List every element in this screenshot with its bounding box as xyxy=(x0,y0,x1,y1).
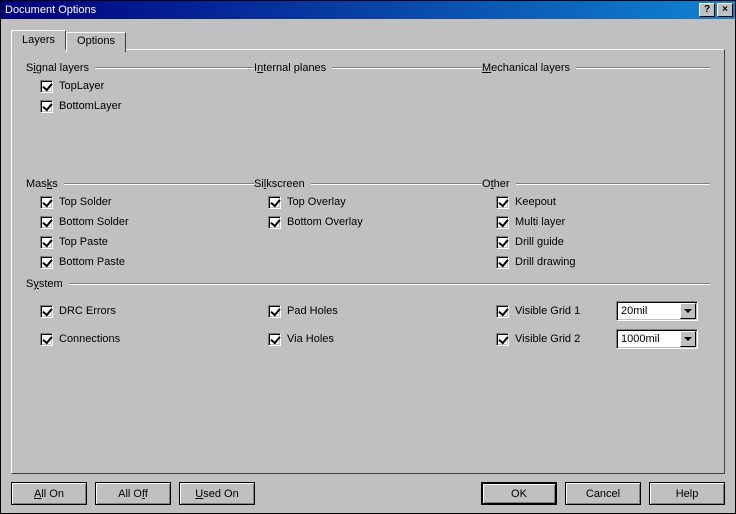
checkbox-icon xyxy=(496,236,509,249)
label-visible-grid-2: Visible Grid 2 xyxy=(515,333,580,345)
checkbox-top-solder[interactable]: Top Solder xyxy=(40,194,254,210)
group-other: Other xyxy=(482,178,710,190)
checkbox-icon xyxy=(496,216,509,229)
help-dialog-button[interactable]: Help xyxy=(649,482,725,505)
chevron-down-icon xyxy=(680,331,696,347)
all-on-button[interactable]: All On xyxy=(11,482,87,505)
checkbox-icon xyxy=(40,305,53,318)
checkbox-icon xyxy=(40,100,53,113)
checkbox-icon xyxy=(496,256,509,269)
checkbox-keepout[interactable]: Keepout xyxy=(496,194,710,210)
checkbox-top-paste[interactable]: Top Paste xyxy=(40,234,254,250)
ok-button[interactable]: OK xyxy=(481,482,557,505)
dialog-window: Document Options ? × Layers Options Sign… xyxy=(0,0,736,514)
button-row: All On All Off Used On OK Cancel Help xyxy=(11,474,725,505)
tab-layers[interactable]: Layers xyxy=(11,30,66,50)
tab-options[interactable]: Options xyxy=(66,32,126,52)
checkbox-via-holes[interactable]: Via Holes xyxy=(268,328,482,350)
checkbox-icon xyxy=(496,196,509,209)
combo-grid-2[interactable]: 1000mil xyxy=(616,329,698,349)
tab-panel-layers: Signal layers TopLayer BottomLayer Inter… xyxy=(11,49,725,474)
checkbox-multilayer[interactable]: Multi layer xyxy=(496,214,710,230)
all-off-button[interactable]: All Off xyxy=(95,482,171,505)
titlebar: Document Options ? × xyxy=(1,1,735,19)
checkbox-bottomlayer[interactable]: BottomLayer xyxy=(40,98,254,114)
used-on-button[interactable]: Used On xyxy=(179,482,255,505)
checkbox-icon xyxy=(268,333,281,346)
group-mechanical-layers: Mechanical layers xyxy=(482,62,710,74)
checkbox-visible-grid-1[interactable] xyxy=(496,305,509,318)
checkbox-pad-holes[interactable]: Pad Holes xyxy=(268,300,482,322)
group-silkscreen: Silkscreen xyxy=(254,178,482,190)
checkbox-drill-drawing[interactable]: Drill drawing xyxy=(496,254,710,270)
checkbox-connections[interactable]: Connections xyxy=(40,328,254,350)
label-visible-grid-1: Visible Grid 1 xyxy=(515,305,580,317)
checkbox-bottom-solder[interactable]: Bottom Solder xyxy=(40,214,254,230)
checkbox-drill-guide[interactable]: Drill guide xyxy=(496,234,710,250)
checkbox-icon xyxy=(40,256,53,269)
checkbox-icon xyxy=(40,333,53,346)
checkbox-icon xyxy=(40,236,53,249)
checkbox-visible-grid-2[interactable] xyxy=(496,333,509,346)
cancel-button[interactable]: Cancel xyxy=(565,482,641,505)
checkbox-drc-errors[interactable]: DRC Errors xyxy=(40,300,254,322)
checkbox-icon xyxy=(268,196,281,209)
checkbox-icon xyxy=(268,305,281,318)
checkbox-icon xyxy=(40,216,53,229)
window-title: Document Options xyxy=(3,4,697,16)
checkbox-bottom-paste[interactable]: Bottom Paste xyxy=(40,254,254,270)
dialog-body: Layers Options Signal layers TopLayer xyxy=(1,19,735,513)
checkbox-top-overlay[interactable]: Top Overlay xyxy=(268,194,482,210)
checkbox-icon xyxy=(40,196,53,209)
checkbox-bottom-overlay[interactable]: Bottom Overlay xyxy=(268,214,482,230)
close-button[interactable]: × xyxy=(717,3,733,17)
help-button[interactable]: ? xyxy=(699,3,715,17)
combo-grid-1[interactable]: 20mil xyxy=(616,301,698,321)
checkbox-icon xyxy=(40,80,53,93)
group-internal-planes: Internal planes xyxy=(254,62,482,74)
chevron-down-icon xyxy=(680,303,696,319)
checkbox-icon xyxy=(268,216,281,229)
checkbox-toplayer[interactable]: TopLayer xyxy=(40,78,254,94)
group-system: System xyxy=(26,278,710,290)
tab-strip: Layers Options xyxy=(11,29,725,49)
group-masks: Masks xyxy=(26,178,254,190)
group-signal-layers: Signal layers xyxy=(26,62,254,74)
